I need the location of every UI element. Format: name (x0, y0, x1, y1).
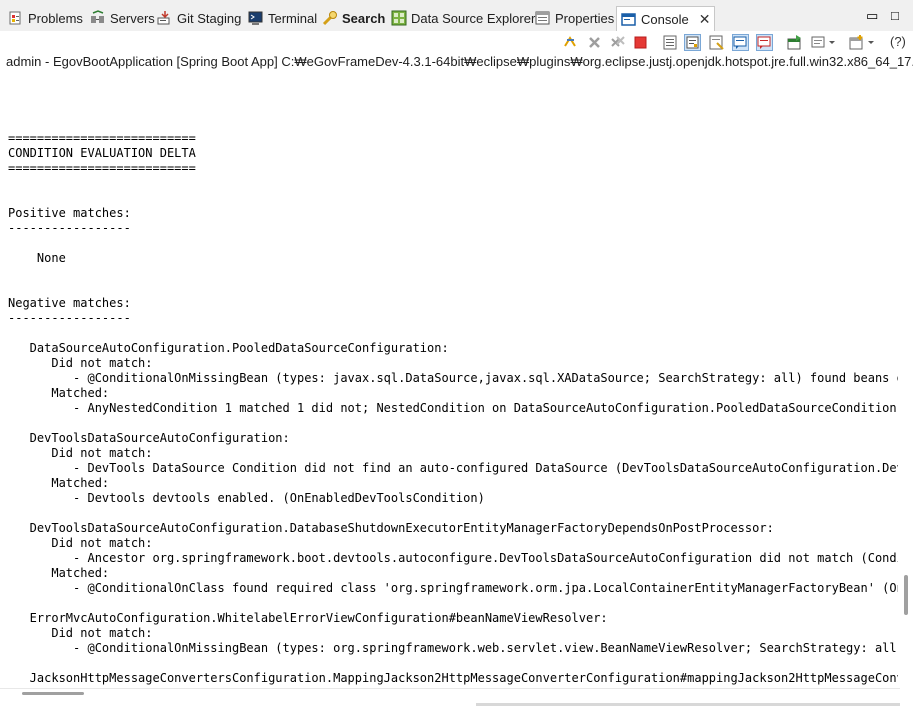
console-line: - @ConditionalOnMissingBean (types: java… (8, 371, 898, 385)
tab-label: Properties (555, 10, 615, 26)
process-label: admin - EgovBootApplication [Spring Boot… (6, 54, 913, 69)
view-tab-bar: Problems Servers Git Staging Terminal Se… (0, 0, 913, 32)
tab-label: Data Source Explorer (411, 10, 536, 26)
servers-icon (90, 10, 106, 26)
console-line: ----------------- (8, 311, 131, 325)
console-line: ErrorMvcAutoConfiguration.WhitelabelErro… (8, 611, 608, 625)
search-icon (322, 10, 338, 26)
minimize-icon[interactable]: ▭ (866, 8, 878, 24)
console-line: Did not match: (8, 356, 153, 370)
vertical-scroll-thumb[interactable] (904, 575, 908, 615)
console-icon (621, 12, 637, 28)
terminate-icon[interactable] (632, 34, 649, 51)
clear-console-icon[interactable] (708, 34, 725, 51)
console-line: DevToolsDataSourceAutoConfiguration.Data… (8, 521, 774, 535)
console-line: - AnyNestedCondition 1 matched 1 did not… (73, 401, 898, 415)
console-line: - @ConditionalOnMissingBean (types: org.… (8, 641, 898, 655)
console-line: None (8, 251, 66, 265)
console-line: DataSourceAutoConfiguration.PooledDataSo… (8, 341, 449, 355)
tab-label: Problems (28, 10, 83, 26)
console-line: CONDITION EVALUATION DELTA (8, 146, 196, 160)
tab-problems[interactable]: Problems (8, 7, 83, 29)
console-line: Matched: (8, 386, 110, 400)
console-line: - DevTools DataSource Condition did not … (73, 461, 898, 475)
console-line: JacksonHttpMessageConvertersConfiguratio… (8, 671, 898, 685)
console-line: - @ConditionalOnClass found required cla… (73, 581, 898, 595)
console-line: ----------------- (8, 221, 131, 235)
remove-launch-icon[interactable] (586, 34, 603, 51)
tab-terminal[interactable]: Terminal (248, 7, 317, 29)
tab-properties[interactable]: Properties (535, 7, 614, 29)
console-line: Did not match: (8, 446, 153, 460)
console-line: Did not match: (8, 626, 153, 640)
console-line: ========================== (8, 161, 196, 175)
console-output[interactable]: ========================== CONDITION EVA… (8, 101, 898, 685)
chevron-down-icon[interactable] (866, 34, 876, 51)
help-icon[interactable]: (?) (890, 34, 906, 49)
vertical-scrollbar[interactable] (900, 72, 913, 688)
open-console-icon[interactable] (786, 34, 803, 51)
close-icon[interactable]: ✕ (699, 11, 711, 28)
horizontal-scroll-thumb[interactable] (22, 692, 84, 695)
console-line: ========================== (8, 131, 196, 145)
remove-all-terminated-icon[interactable] (609, 34, 626, 51)
tab-label: Terminal (268, 10, 318, 26)
word-wrap-icon[interactable] (684, 34, 701, 51)
properties-icon (535, 10, 551, 26)
git-staging-icon (157, 10, 173, 26)
console-toolbar: (?) (0, 31, 913, 54)
tab-label: Console (641, 12, 689, 27)
tab-search[interactable]: Search (322, 7, 385, 29)
maximize-icon[interactable]: □ (891, 8, 899, 23)
console-line: Matched: (8, 566, 110, 580)
console-view: Problems Servers Git Staging Terminal Se… (0, 0, 913, 706)
show-on-stdout-icon[interactable] (732, 34, 749, 51)
tab-label: Servers (110, 10, 155, 26)
console-line: DevToolsDataSourceAutoConfiguration: (8, 431, 290, 445)
problems-icon (8, 10, 24, 26)
console-line: Did not match: (8, 536, 153, 550)
console-text: ========================== CONDITION EVA… (8, 101, 898, 685)
display-selected-console-icon[interactable] (810, 34, 827, 51)
tab-console[interactable]: Console ✕ (616, 6, 716, 32)
tab-label: Git Staging (177, 10, 242, 26)
console-line: Positive matches: (8, 206, 131, 220)
tab-git-staging[interactable]: Git Staging (157, 7, 241, 29)
new-console-view-icon[interactable] (848, 34, 865, 51)
terminal-icon (248, 10, 264, 26)
tab-label: Search (342, 10, 386, 26)
scroll-lock-icon[interactable] (662, 34, 679, 51)
console-line: - Ancestor org.springframework.boot.devt… (73, 551, 898, 565)
tab-data-source-explorer[interactable]: Data Source Explorer (391, 7, 535, 29)
console-line: Negative matches: (8, 296, 131, 310)
pin-console-icon[interactable] (562, 34, 579, 51)
tab-servers[interactable]: Servers (90, 7, 155, 29)
console-line: - Devtools devtools enabled. (OnEnabledD… (8, 491, 485, 505)
chevron-down-icon[interactable] (827, 34, 837, 51)
data-source-explorer-icon (391, 10, 407, 26)
console-line: Matched: (8, 476, 110, 490)
show-on-stderr-icon[interactable] (756, 34, 773, 51)
